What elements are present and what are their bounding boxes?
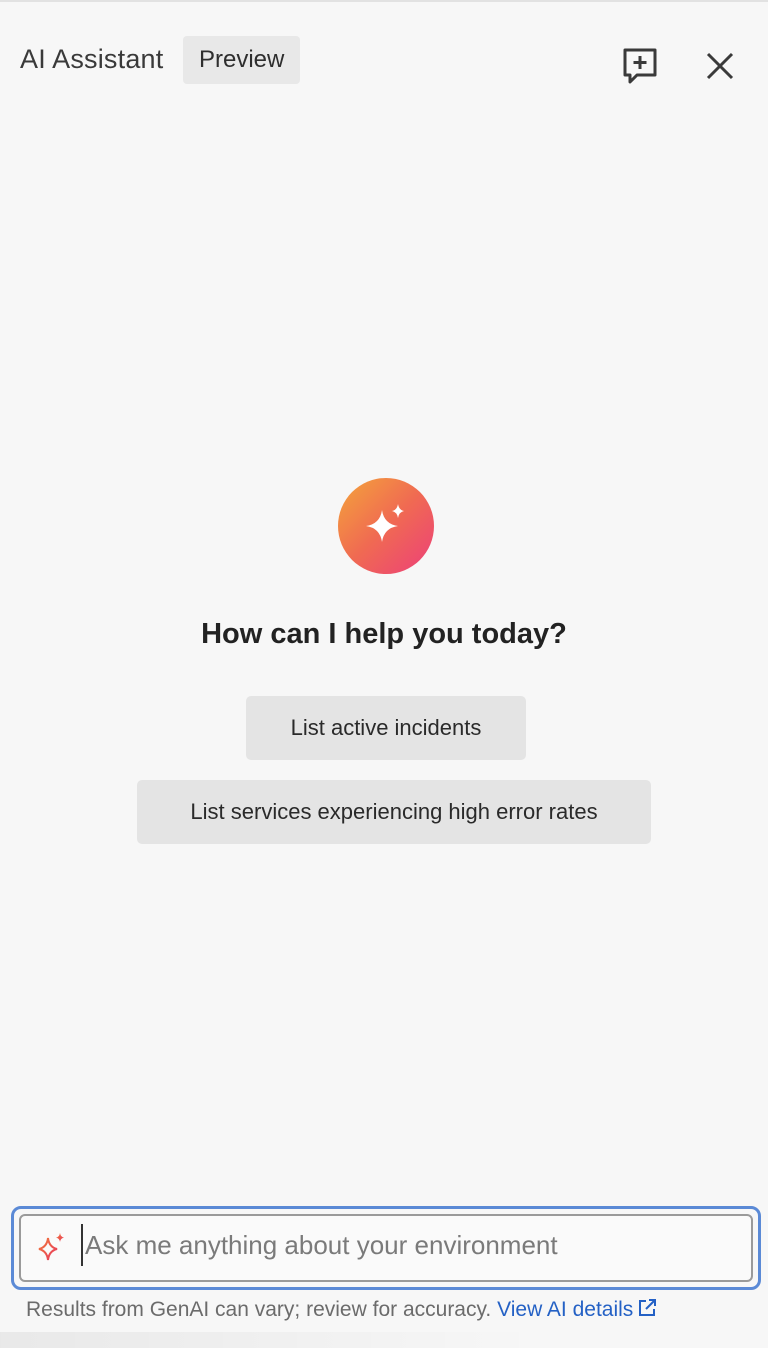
chat-input-container [11, 1206, 761, 1290]
assistant-logo [338, 478, 434, 574]
preview-badge: Preview [183, 36, 301, 84]
sparkle-icon [366, 504, 404, 542]
disclaimer-text: Results from GenAI can vary; review for … [26, 1298, 492, 1321]
suggestion-button[interactable]: List services experiencing high error ra… [137, 780, 651, 844]
chat-input[interactable] [81, 1224, 721, 1266]
close-icon [706, 52, 734, 80]
suggestion-button[interactable]: List active incidents [246, 696, 526, 760]
chat-plus-icon [623, 48, 657, 84]
panel-title: AI Assistant [20, 44, 164, 74]
external-link-icon [639, 1299, 657, 1316]
panel-header: AI Assistant Preview [0, 2, 768, 122]
chat-input-box[interactable] [19, 1214, 753, 1282]
disclaimer-footer: Results from GenAI can vary; review for … [26, 1298, 756, 1322]
sparkle-icon [38, 1233, 64, 1261]
ai-assistant-panel: AI Assistant Preview How can I help you … [0, 0, 768, 1348]
close-button[interactable] [694, 40, 746, 92]
bottom-edge-shadow [0, 1332, 768, 1348]
greeting-heading: How can I help you today? [201, 618, 567, 650]
view-ai-details-label: View AI details [497, 1298, 634, 1321]
new-chat-button[interactable] [614, 40, 666, 92]
view-ai-details-link[interactable]: View AI details [497, 1298, 657, 1321]
